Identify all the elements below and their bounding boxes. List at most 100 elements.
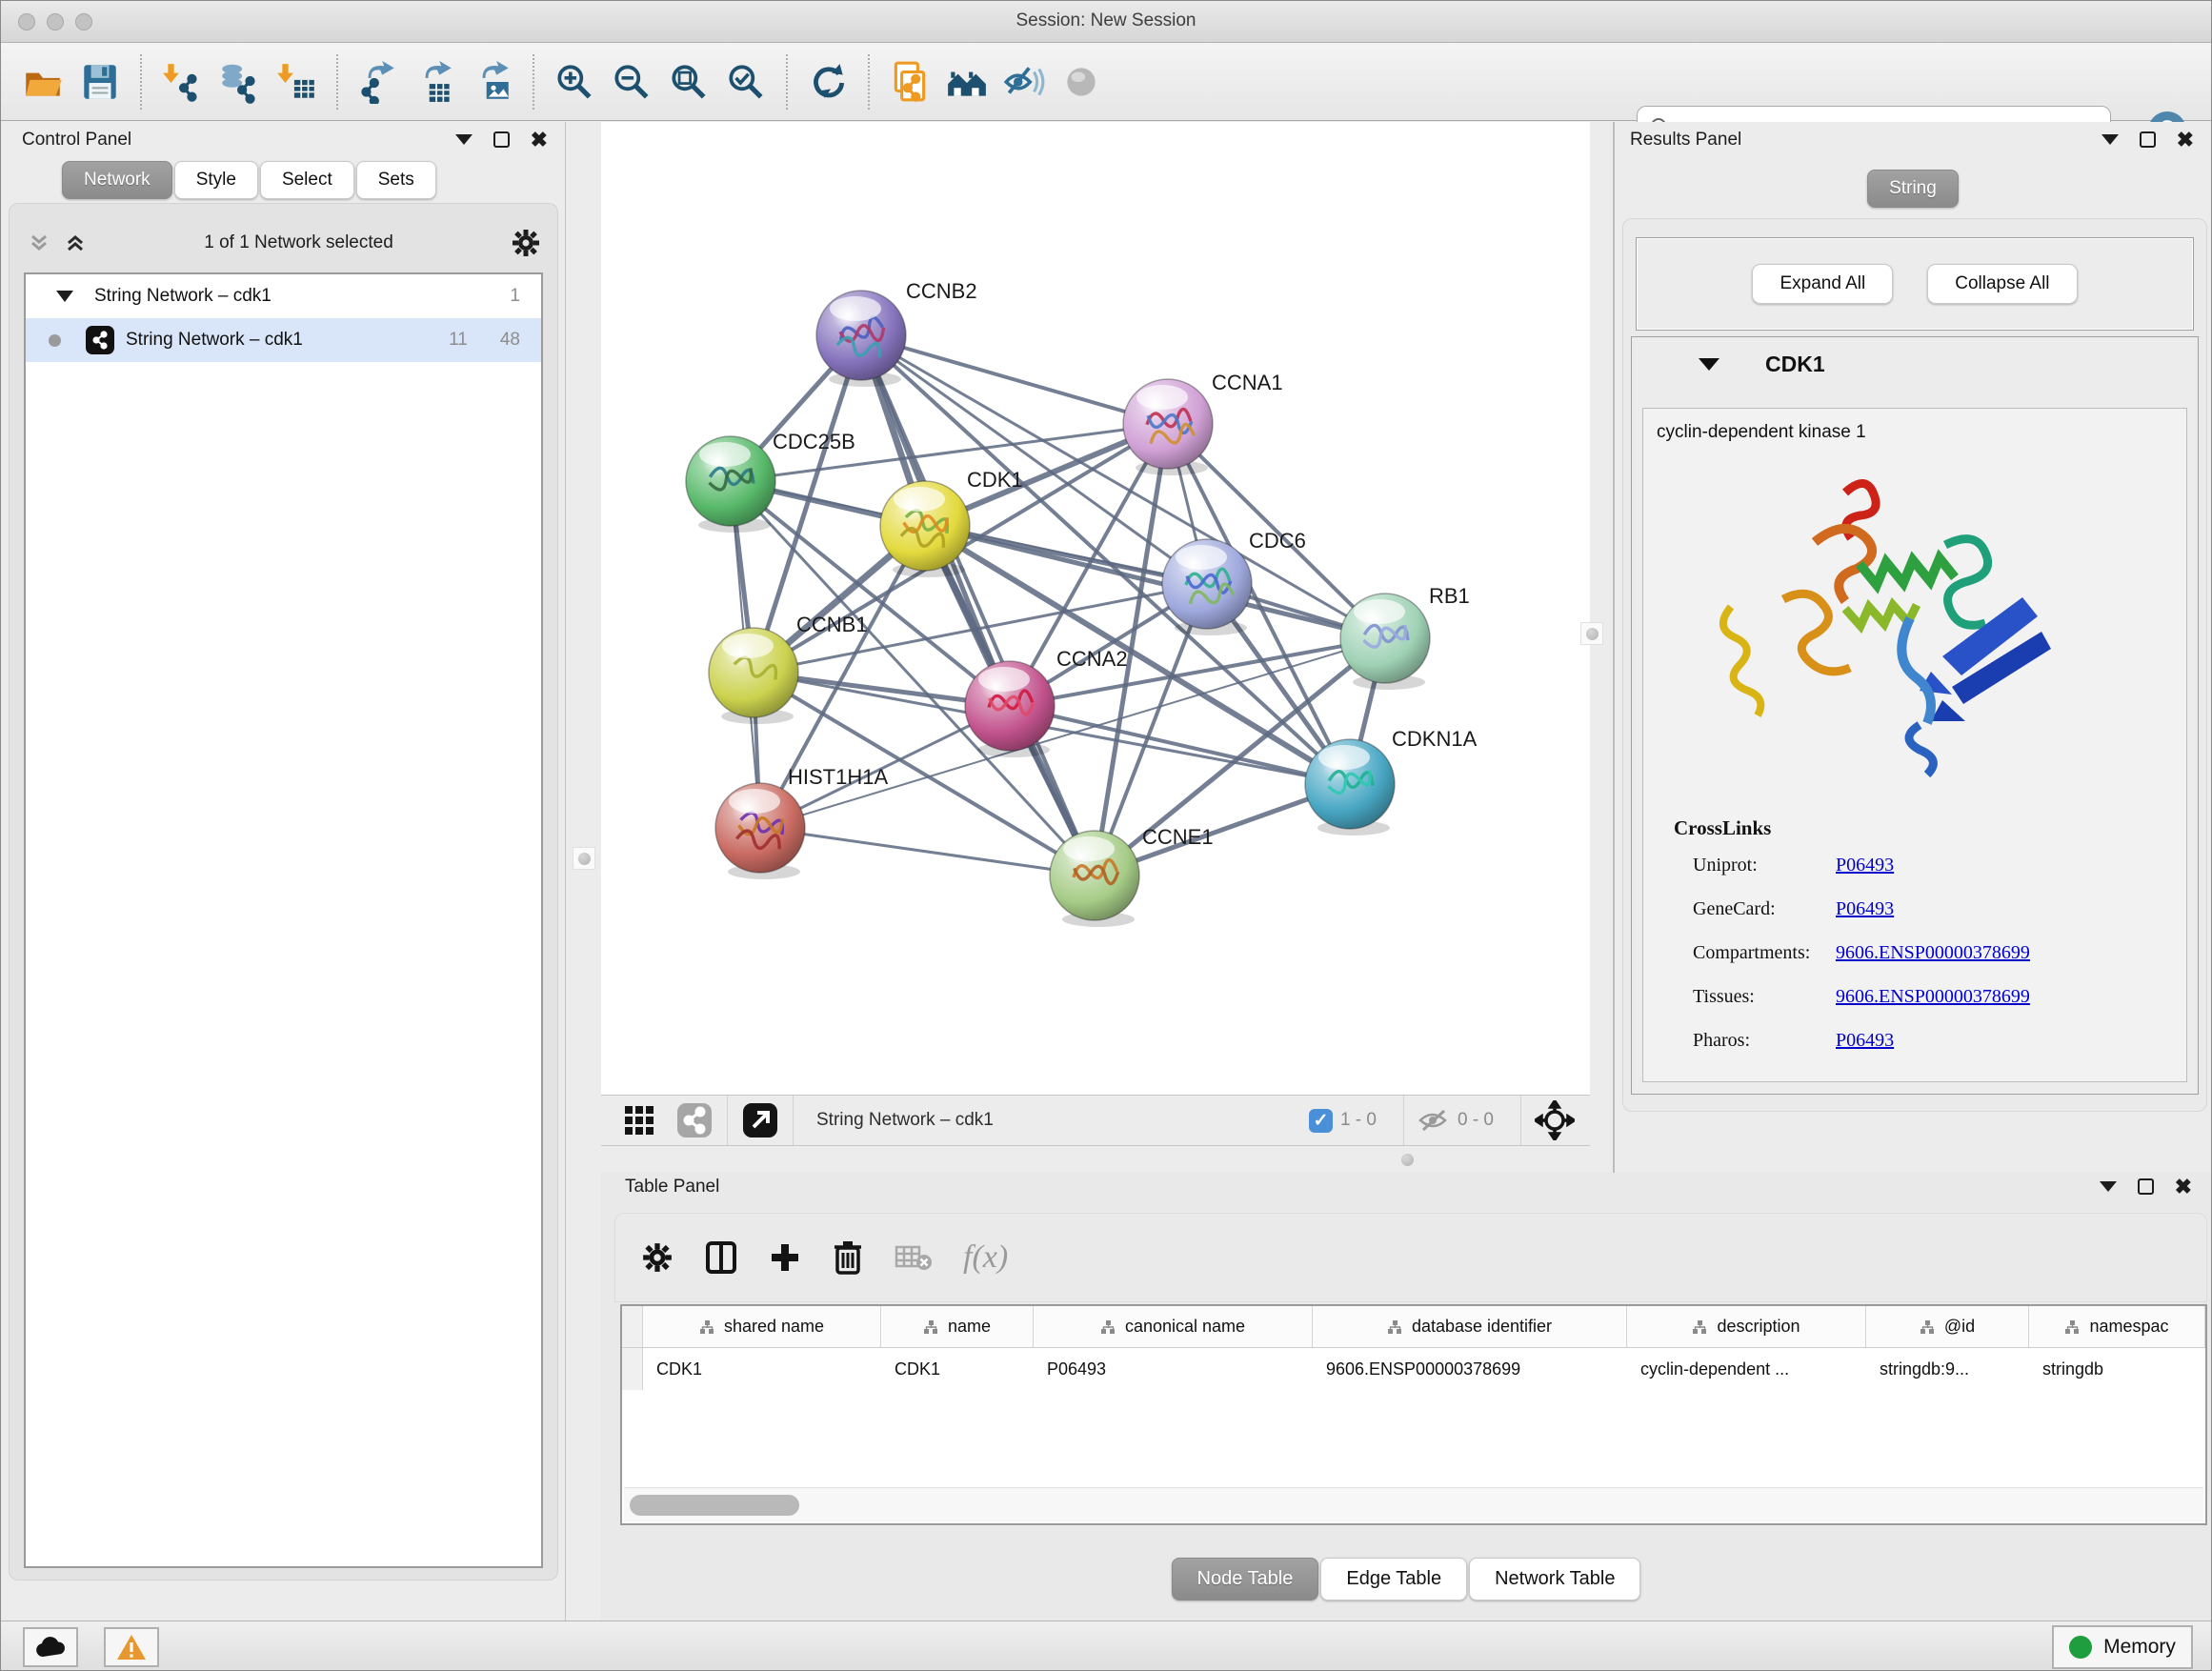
- tab-style[interactable]: Style: [174, 161, 258, 199]
- bottom-splitter-handle[interactable]: [1396, 1148, 1418, 1171]
- edge-CCNE1-HIST1H1A[interactable]: [760, 828, 1095, 876]
- memory-button[interactable]: Memory: [2052, 1625, 2193, 1669]
- open-session-icon[interactable]: [19, 58, 67, 106]
- column-header--id[interactable]: @id: [1866, 1306, 2029, 1347]
- crosslink-link[interactable]: 9606.ENSP00000378699: [1836, 986, 2030, 1008]
- network-collection-row[interactable]: String Network – cdk1 1: [26, 274, 541, 318]
- show-columns-icon[interactable]: [704, 1240, 738, 1275]
- cloud-button[interactable]: [23, 1627, 78, 1667]
- node-RB1[interactable]: RB1: [1340, 584, 1470, 690]
- tab-sets[interactable]: Sets: [356, 161, 436, 199]
- memory-status-dot: [2069, 1636, 2092, 1659]
- edge-count: 48: [500, 330, 520, 351]
- column-header-database-identifier[interactable]: database identifier: [1313, 1306, 1627, 1347]
- refresh-icon[interactable]: [804, 58, 852, 106]
- crosslink-label: Pharos:: [1693, 1030, 1836, 1052]
- node-CCNB2[interactable]: CCNB2: [816, 279, 977, 387]
- collapse-all-button[interactable]: Collapse All: [1927, 264, 2077, 304]
- add-column-icon[interactable]: [769, 1241, 801, 1274]
- zoom-fit-icon[interactable]: [665, 58, 713, 106]
- node-HIST1H1A[interactable]: HIST1H1A: [715, 765, 888, 879]
- crosslink-link[interactable]: 9606.ENSP00000378699: [1836, 942, 2030, 964]
- table-cell[interactable]: stringdb: [2029, 1348, 2205, 1390]
- gear-icon[interactable]: [511, 228, 541, 258]
- table-panel-close-icon[interactable]: ✖: [2175, 1178, 2192, 1195]
- column-header-canonical-name[interactable]: canonical name: [1034, 1306, 1313, 1347]
- grid-view-icon[interactable]: [622, 1103, 656, 1137]
- table-cell[interactable]: 9606.ENSP00000378699: [1313, 1348, 1627, 1390]
- hide-panel-icon[interactable]: [1000, 58, 1048, 106]
- network-row[interactable]: String Network – cdk1 11 48: [26, 318, 541, 362]
- table-cell[interactable]: P06493: [1034, 1348, 1313, 1390]
- node-CCNE1[interactable]: CCNE1: [1050, 825, 1214, 927]
- left-splitter-handle[interactable]: [573, 847, 595, 870]
- table-header-row: shared namenamecanonical namedatabase id…: [622, 1306, 2205, 1348]
- tab-network[interactable]: Network: [62, 161, 172, 199]
- network-share-view-icon[interactable]: [675, 1101, 714, 1139]
- save-session-icon[interactable]: [76, 58, 124, 106]
- control-panel-float-icon[interactable]: [455, 134, 473, 145]
- tab-network-table[interactable]: Network Table: [1469, 1558, 1640, 1601]
- table-panel-undock-icon[interactable]: [2138, 1178, 2154, 1195]
- table-settings-gear-icon[interactable]: [641, 1241, 674, 1274]
- export-image-icon[interactable]: [469, 58, 516, 106]
- zoom-out-icon[interactable]: [608, 58, 655, 106]
- tab-select[interactable]: Select: [260, 161, 354, 199]
- table-cell[interactable]: CDK1: [881, 1348, 1034, 1390]
- table-cell[interactable]: CDK1: [643, 1348, 881, 1390]
- table-panel-float-icon[interactable]: [2100, 1181, 2117, 1192]
- column-header-description[interactable]: description: [1627, 1306, 1866, 1347]
- string-home-icon[interactable]: [943, 58, 991, 106]
- export-table-icon[interactable]: [412, 58, 459, 106]
- table-hscrollbar[interactable]: [624, 1487, 2203, 1521]
- tab-node-table[interactable]: Node Table: [1172, 1558, 1319, 1601]
- fit-content-icon[interactable]: [1535, 1100, 1575, 1140]
- column-header-name[interactable]: name: [881, 1306, 1034, 1347]
- delete-column-icon[interactable]: [832, 1239, 864, 1276]
- table-hscrollbar-thumb[interactable]: [630, 1495, 799, 1516]
- gene-disclosure-icon[interactable]: [1699, 358, 1719, 371]
- table-cell[interactable]: stringdb:9...: [1866, 1348, 2029, 1390]
- expand-all-icon[interactable]: [64, 232, 87, 254]
- tab-edge-table[interactable]: Edge Table: [1320, 1558, 1467, 1601]
- node-CDC25B[interactable]: CDC25B: [686, 430, 855, 533]
- node-CDKN1A[interactable]: CDKN1A: [1305, 727, 1478, 836]
- export-network-icon[interactable]: [354, 58, 402, 106]
- node-CDC6[interactable]: CDC6: [1162, 529, 1306, 635]
- zoom-selected-icon[interactable]: [722, 58, 770, 106]
- zoom-in-icon[interactable]: [551, 58, 598, 106]
- crosslink-link[interactable]: P06493: [1836, 898, 1894, 920]
- open-in-new-window-icon[interactable]: [741, 1101, 779, 1139]
- crosslink-link[interactable]: P06493: [1836, 1030, 1894, 1052]
- import-network-file-icon[interactable]: [158, 58, 206, 106]
- clone-network-icon[interactable]: [886, 58, 934, 106]
- collapse-all-icon[interactable]: [28, 232, 50, 254]
- edge-CDK1-RB1[interactable]: [925, 526, 1385, 638]
- import-table-file-icon[interactable]: [272, 58, 320, 106]
- crosslink-link[interactable]: P06493: [1836, 855, 1894, 876]
- table-toolbar: f(x): [614, 1213, 2207, 1302]
- edge-CCNA2-CDKN1A[interactable]: [1010, 706, 1350, 784]
- crosslink-row: Pharos:P06493: [1693, 1030, 2169, 1052]
- crosslink-label: Compartments:: [1693, 942, 1836, 964]
- control-panel-undock-icon[interactable]: [493, 131, 510, 148]
- gene-header-row[interactable]: CDK1: [1632, 337, 2198, 391]
- right-splitter-handle[interactable]: [1580, 622, 1603, 645]
- node-CCNB1[interactable]: CCNB1: [709, 613, 868, 724]
- collection-disclosure-icon[interactable]: [56, 291, 73, 302]
- results-panel-close-icon[interactable]: ✖: [2177, 131, 2194, 148]
- warning-button[interactable]: [104, 1627, 159, 1667]
- selected-checkbox[interactable]: ✓: [1309, 1109, 1333, 1133]
- column-header-shared-name[interactable]: shared name: [643, 1306, 881, 1347]
- expand-all-button[interactable]: Expand All: [1752, 264, 1893, 304]
- control-panel-close-icon[interactable]: ✖: [531, 131, 548, 148]
- table-cell[interactable]: cyclin-dependent ...: [1627, 1348, 1866, 1390]
- results-panel-float-icon[interactable]: [2101, 134, 2119, 145]
- results-panel-undock-icon[interactable]: [2140, 131, 2156, 148]
- network-view[interactable]: CCNB2CCNA1CDC25BCDK1CDC6RB1CCNB1CCNA2CDK…: [601, 122, 1590, 1095]
- results-panel: Results Panel ✖ String Expand All Collap…: [1613, 122, 2212, 1173]
- inactive-eye-icon[interactable]: [1057, 58, 1105, 106]
- import-network-database-icon[interactable]: [215, 58, 263, 106]
- tab-string[interactable]: String: [1867, 170, 1959, 208]
- column-header-namespac[interactable]: namespac: [2029, 1306, 2205, 1347]
